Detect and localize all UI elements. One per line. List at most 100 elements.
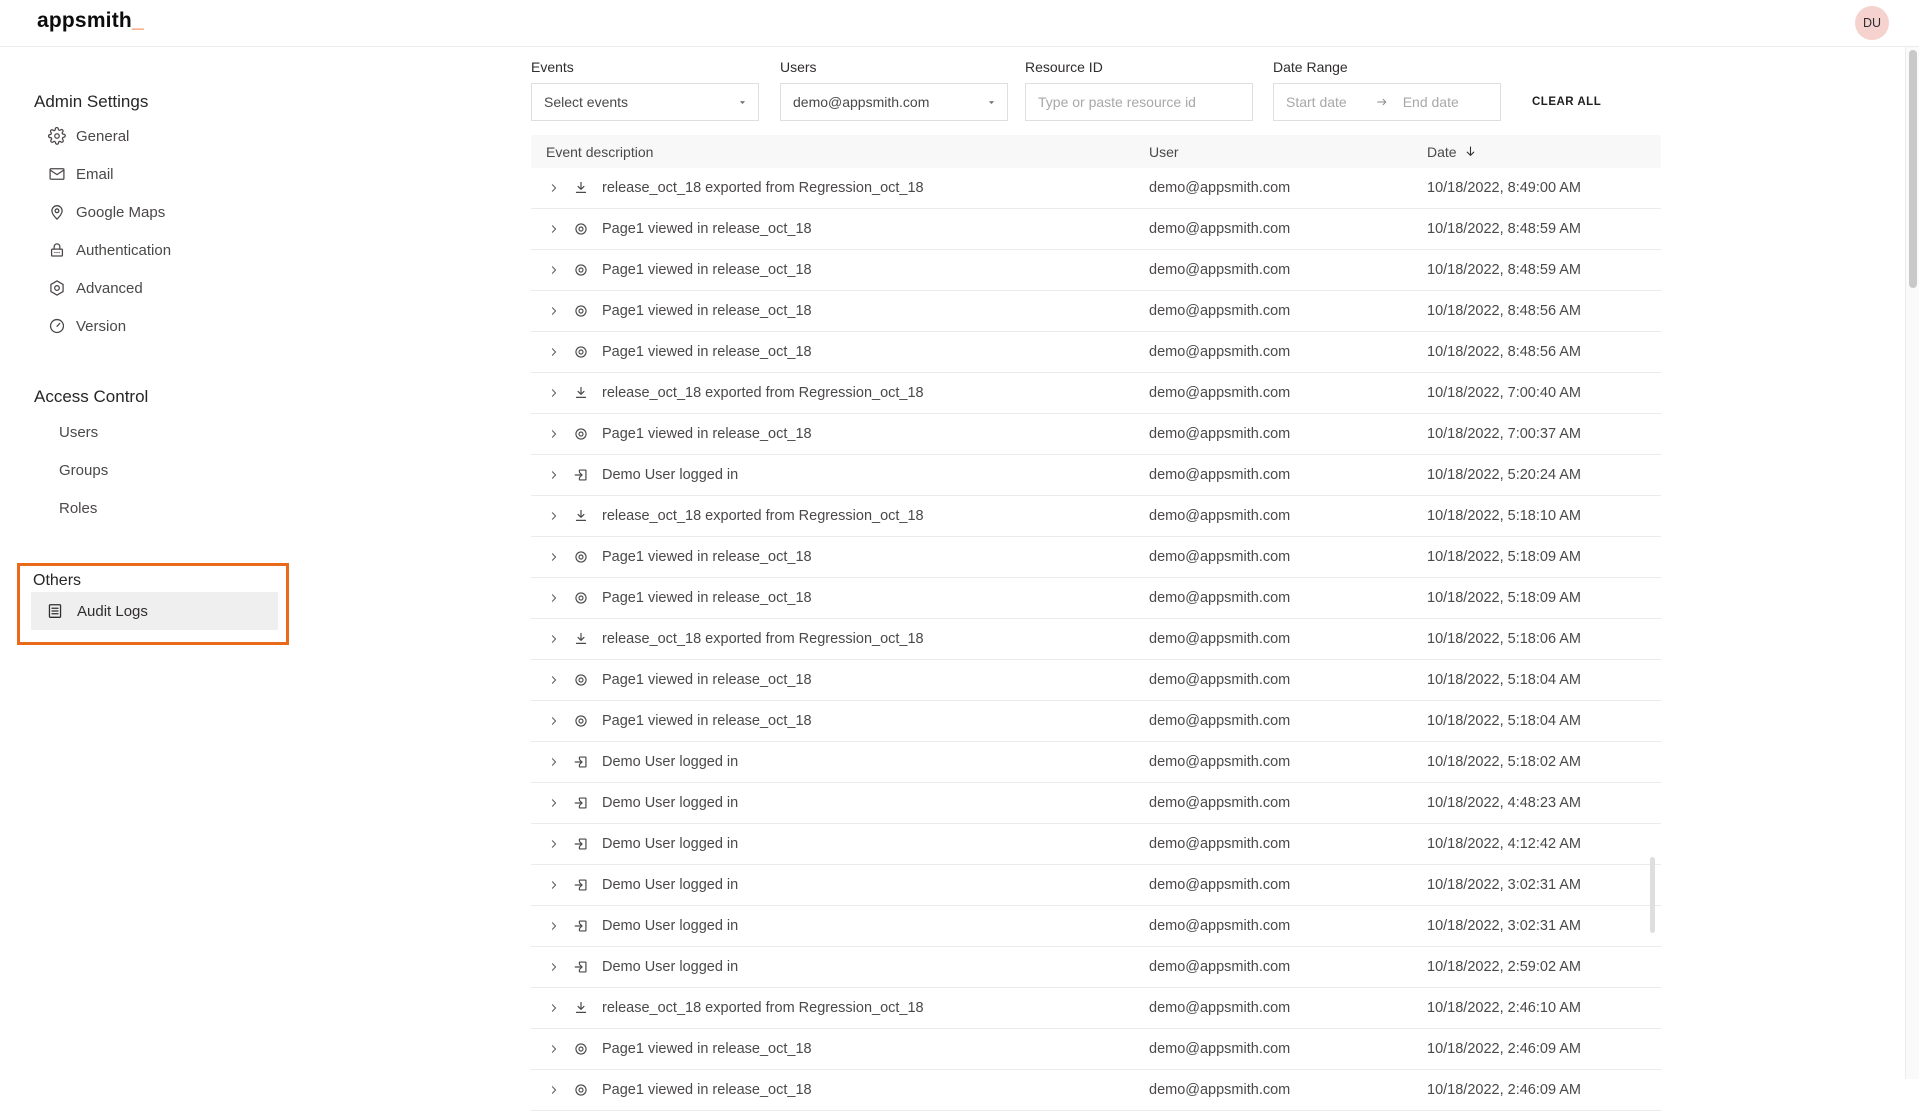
expand-chevron-icon[interactable] xyxy=(548,633,560,645)
table-row[interactable]: Page1 viewed in release_oct_18 demo@apps… xyxy=(531,209,1661,250)
table-row[interactable]: Demo User logged in demo@appsmith.com 10… xyxy=(531,865,1661,906)
expand-chevron-icon[interactable] xyxy=(548,1043,560,1055)
sidebar-item-groups[interactable]: Groups xyxy=(59,451,108,489)
expand-chevron-icon[interactable] xyxy=(548,961,560,973)
expand-chevron-icon[interactable] xyxy=(548,756,560,768)
event-description: release_oct_18 exported from Regression_… xyxy=(602,631,924,647)
eye-icon xyxy=(573,303,589,319)
expand-chevron-icon[interactable] xyxy=(548,551,560,563)
date-range-picker[interactable]: Start date End date xyxy=(1273,83,1501,121)
table-row[interactable]: Demo User logged in demo@appsmith.com 10… xyxy=(531,742,1661,783)
table-row[interactable]: release_oct_18 exported from Regression_… xyxy=(531,619,1661,660)
table-row[interactable]: Page1 viewed in release_oct_18 demo@apps… xyxy=(531,414,1661,455)
sidebar-item-google-maps[interactable]: Google Maps xyxy=(48,193,165,231)
table-row[interactable]: Page1 viewed in release_oct_18 demo@apps… xyxy=(531,332,1661,373)
event-date: 10/18/2022, 2:46:09 AM xyxy=(1427,1041,1661,1057)
event-date: 10/18/2022, 5:18:09 AM xyxy=(1427,590,1661,606)
eye-icon xyxy=(573,549,589,565)
table-row[interactable]: Page1 viewed in release_oct_18 demo@apps… xyxy=(531,660,1661,701)
sidebar-item-users[interactable]: Users xyxy=(59,413,98,451)
table-row[interactable]: Page1 viewed in release_oct_18 demo@apps… xyxy=(531,537,1661,578)
table-header-row: Event description User Date xyxy=(531,135,1661,168)
expand-chevron-icon[interactable] xyxy=(548,182,560,194)
events-select[interactable]: Select events xyxy=(531,83,759,121)
event-description: Demo User logged in xyxy=(602,959,738,975)
expand-chevron-icon[interactable] xyxy=(548,920,560,932)
table-row[interactable]: Page1 viewed in release_oct_18 demo@apps… xyxy=(531,701,1661,742)
event-user: demo@appsmith.com xyxy=(1149,795,1427,811)
event-date: 10/18/2022, 2:46:09 AM xyxy=(1427,1082,1661,1098)
table-row[interactable]: Page1 viewed in release_oct_18 demo@apps… xyxy=(531,291,1661,332)
table-row[interactable]: Page1 viewed in release_oct_18 demo@apps… xyxy=(531,1029,1661,1070)
expand-chevron-icon[interactable] xyxy=(548,797,560,809)
sidebar-item-advanced[interactable]: Advanced xyxy=(48,269,143,307)
clear-all-button[interactable]: CLEAR ALL xyxy=(1532,96,1601,108)
expand-chevron-icon[interactable] xyxy=(548,592,560,604)
table-row[interactable]: release_oct_18 exported from Regression_… xyxy=(531,373,1661,414)
table-row[interactable]: release_oct_18 exported from Regression_… xyxy=(531,988,1661,1029)
start-date-input[interactable]: Start date xyxy=(1286,94,1347,110)
expand-chevron-icon[interactable] xyxy=(548,1084,560,1096)
column-header-event-description[interactable]: Event description xyxy=(531,144,1149,160)
expand-chevron-icon[interactable] xyxy=(548,264,560,276)
login-icon xyxy=(573,877,589,893)
sidebar-item-version[interactable]: Version xyxy=(48,307,126,345)
expand-chevron-icon[interactable] xyxy=(548,223,560,235)
sidebar-item-label: Audit Logs xyxy=(77,603,148,620)
expand-chevron-icon[interactable] xyxy=(548,510,560,522)
sidebar-item-audit-logs[interactable]: Audit Logs xyxy=(31,592,278,630)
expand-chevron-icon[interactable] xyxy=(548,674,560,686)
table-row[interactable]: Demo User logged in demo@appsmith.com 10… xyxy=(531,783,1661,824)
sidebar-item-label: Email xyxy=(76,166,114,183)
expand-chevron-icon[interactable] xyxy=(548,715,560,727)
event-description: Page1 viewed in release_oct_18 xyxy=(602,713,812,729)
users-select[interactable]: demo@appsmith.com xyxy=(780,83,1008,121)
event-date: 10/18/2022, 5:18:02 AM xyxy=(1427,754,1661,770)
table-row[interactable]: Page1 viewed in release_oct_18 demo@apps… xyxy=(531,578,1661,619)
table-row[interactable]: Page1 viewed in release_oct_18 demo@apps… xyxy=(531,1070,1661,1111)
sort-descending-icon[interactable] xyxy=(1463,144,1478,159)
event-user: demo@appsmith.com xyxy=(1149,344,1427,360)
window-scrollbar-thumb[interactable] xyxy=(1909,50,1917,288)
table-row[interactable]: Demo User logged in demo@appsmith.com 10… xyxy=(531,906,1661,947)
sidebar-item-authentication[interactable]: Authentication xyxy=(48,231,171,269)
event-user: demo@appsmith.com xyxy=(1149,426,1427,442)
sidebar-item-general[interactable]: General xyxy=(48,117,129,155)
table-row[interactable]: release_oct_18 exported from Regression_… xyxy=(531,496,1661,537)
table-row[interactable]: Demo User logged in demo@appsmith.com 10… xyxy=(531,455,1661,496)
table-row[interactable]: Page1 viewed in release_oct_18 demo@apps… xyxy=(531,250,1661,291)
sidebar-item-email[interactable]: Email xyxy=(48,155,114,193)
window-scrollbar[interactable] xyxy=(1905,47,1919,1079)
user-avatar[interactable]: DU xyxy=(1855,6,1889,40)
expand-chevron-icon[interactable] xyxy=(548,838,560,850)
version-icon xyxy=(48,317,66,335)
users-filter-label: Users xyxy=(780,58,1008,76)
expand-chevron-icon[interactable] xyxy=(548,346,560,358)
table-row[interactable]: Demo User logged in demo@appsmith.com 10… xyxy=(531,824,1661,865)
table-row[interactable]: Demo User logged in demo@appsmith.com 10… xyxy=(531,947,1661,988)
event-description: Demo User logged in xyxy=(602,877,738,893)
download-icon xyxy=(573,180,589,196)
expand-chevron-icon[interactable] xyxy=(548,879,560,891)
column-header-user[interactable]: User xyxy=(1149,144,1427,160)
event-user: demo@appsmith.com xyxy=(1149,1000,1427,1016)
column-header-date[interactable]: Date xyxy=(1427,144,1661,160)
resource-id-input[interactable] xyxy=(1038,94,1240,110)
advanced-icon xyxy=(48,279,66,297)
table-scrollbar-thumb[interactable] xyxy=(1650,857,1655,933)
expand-chevron-icon[interactable] xyxy=(548,469,560,481)
expand-chevron-icon[interactable] xyxy=(548,1002,560,1014)
appsmith-logo[interactable]: appsmith_ xyxy=(37,9,144,33)
event-description: Page1 viewed in release_oct_18 xyxy=(602,549,812,565)
top-navigation-bar: appsmith_ DU xyxy=(0,0,1919,47)
table-row[interactable]: release_oct_18 exported from Regression_… xyxy=(531,168,1661,209)
expand-chevron-icon[interactable] xyxy=(548,305,560,317)
event-description: Demo User logged in xyxy=(602,918,738,934)
event-user: demo@appsmith.com xyxy=(1149,877,1427,893)
expand-chevron-icon[interactable] xyxy=(548,387,560,399)
login-icon xyxy=(573,754,589,770)
expand-chevron-icon[interactable] xyxy=(548,428,560,440)
sidebar-item-roles[interactable]: Roles xyxy=(59,489,97,527)
end-date-input[interactable]: End date xyxy=(1403,94,1459,110)
filters-bar: Events Select events Users demo@appsmith… xyxy=(531,46,1905,135)
